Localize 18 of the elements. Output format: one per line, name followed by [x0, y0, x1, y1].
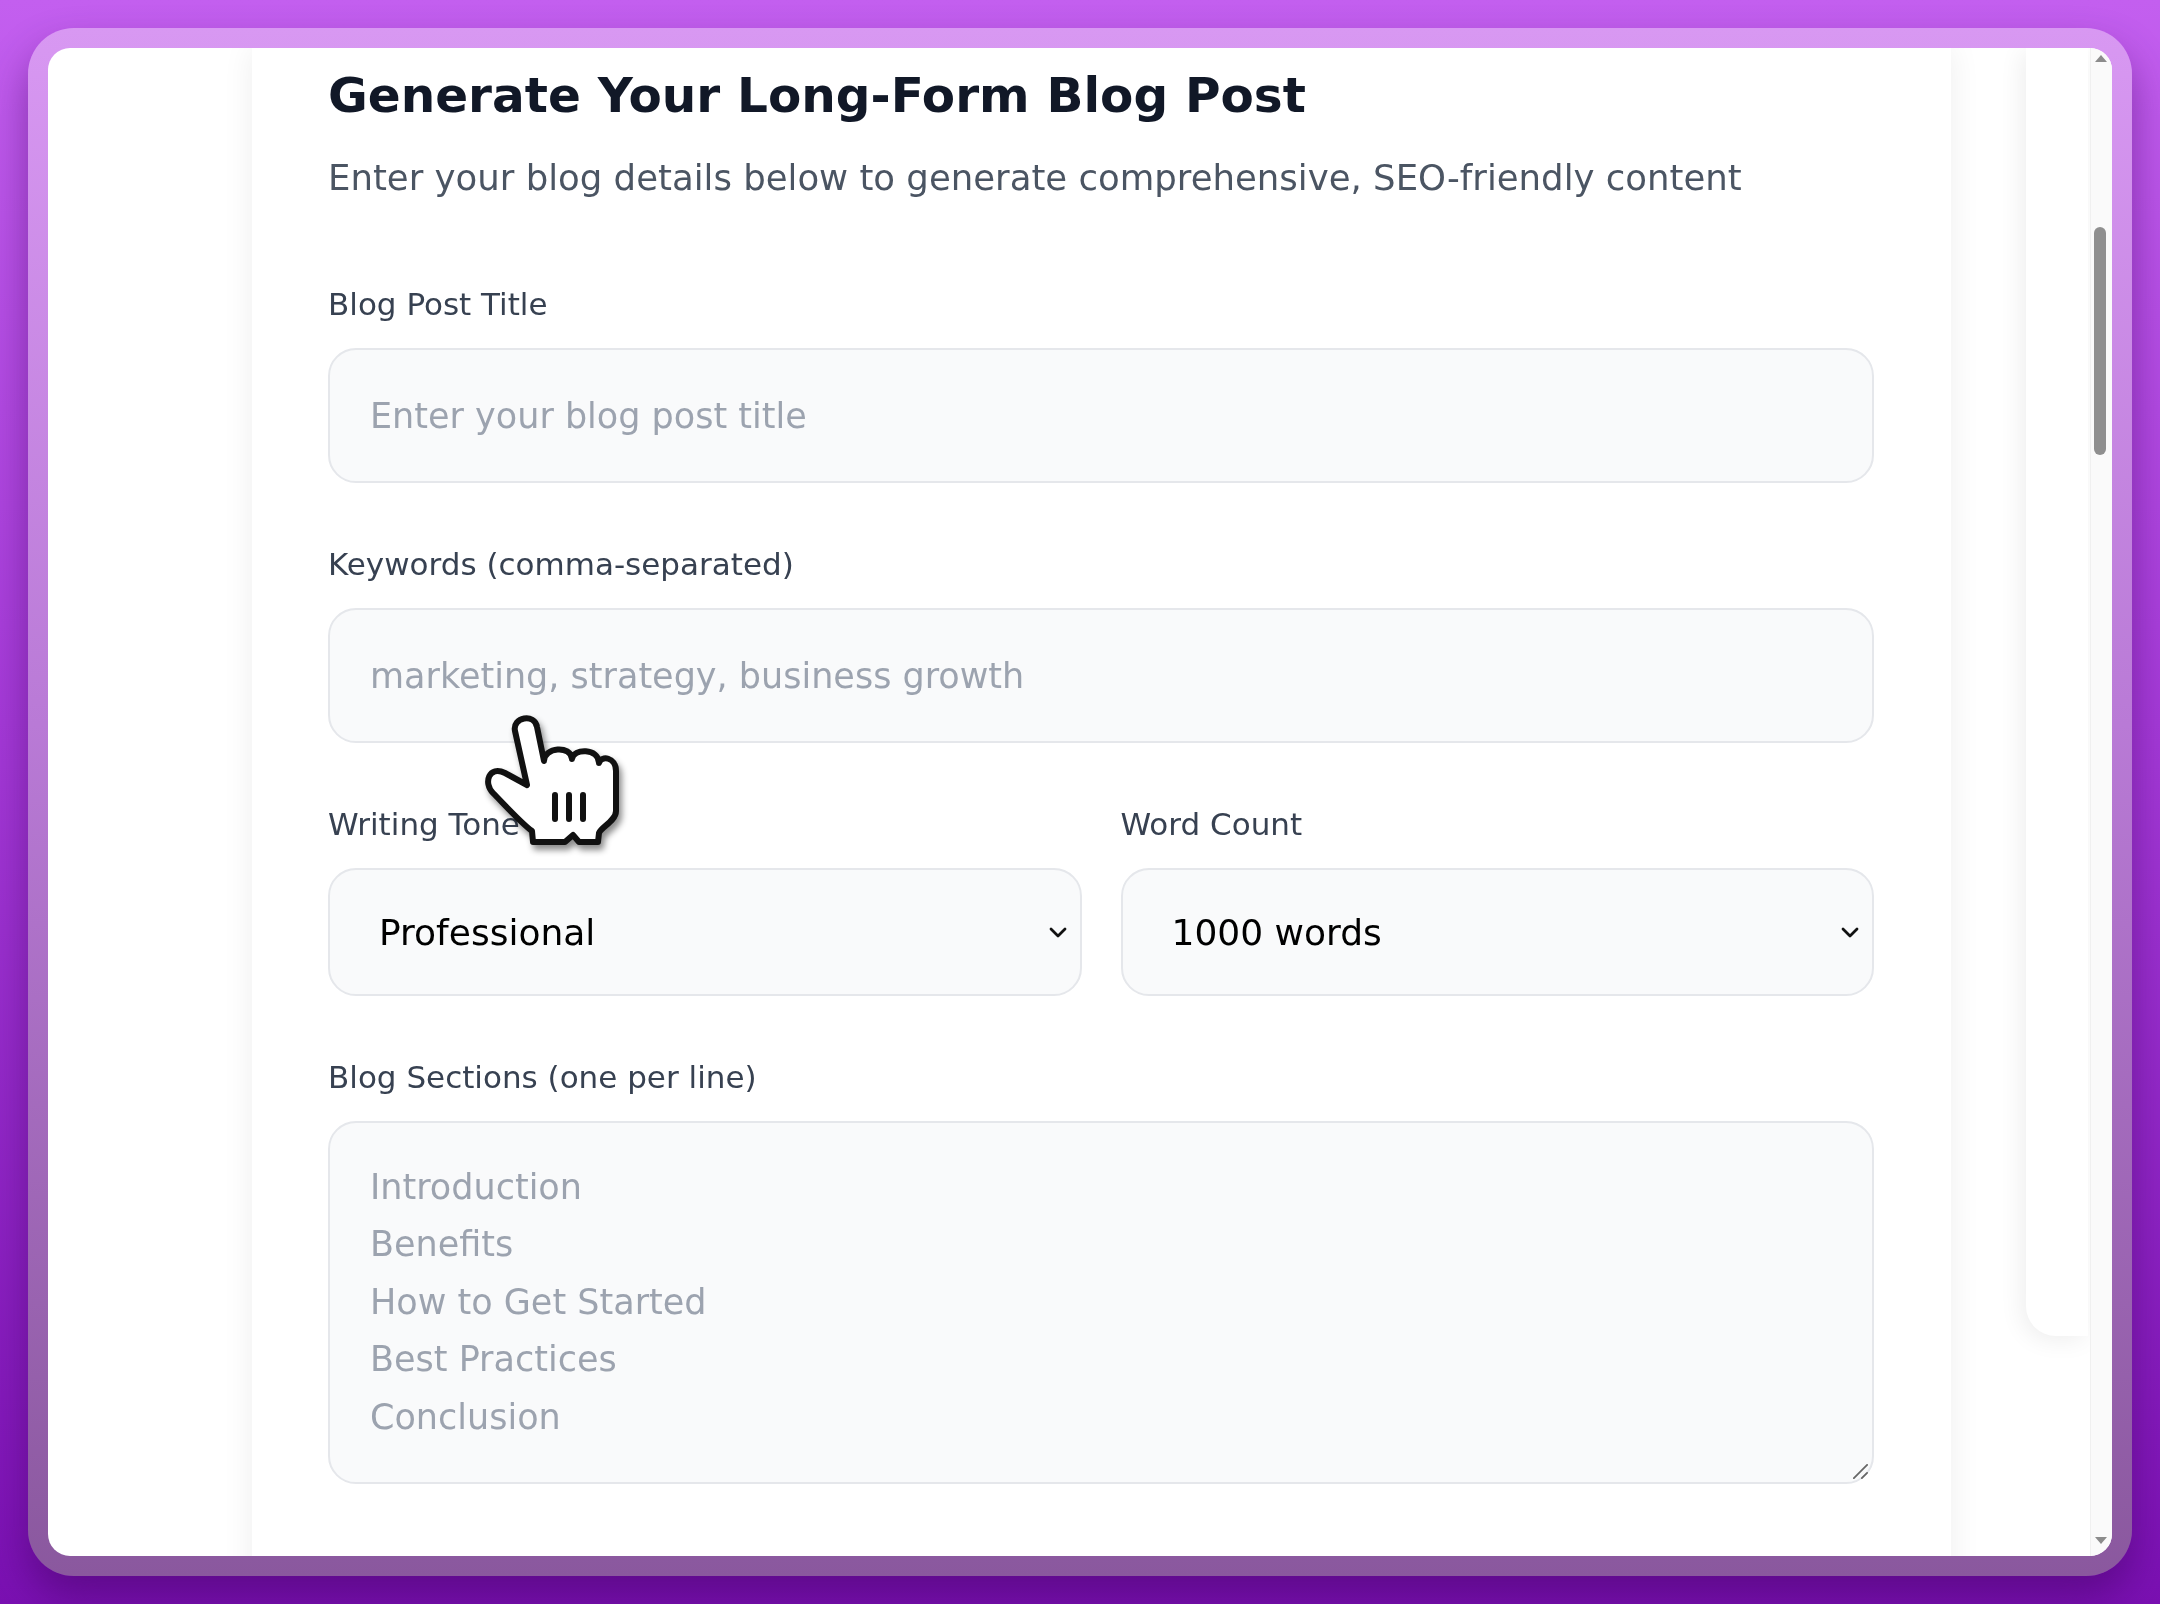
field-label: Writing Tone: [328, 805, 521, 844]
chevron-down-icon: [1048, 926, 1067, 938]
scroll-down-icon[interactable]: [2095, 1537, 2107, 1544]
field-label: Keywords (comma-separated): [328, 545, 795, 584]
chevron-down-icon: [1841, 926, 1859, 938]
field-label: Blog Sections (one per line): [328, 1058, 758, 1097]
dropdown[interactable]: 1000 words: [1120, 868, 1874, 996]
page-title: Generate Your Long-Form Blog Post: [328, 66, 1307, 125]
text-input-field[interactable]: marketing, strategy, business growth: [328, 608, 1874, 743]
field-label: Word Count: [1120, 805, 1304, 844]
page-subtitle: Enter your blog details below to generate comprehensive, SEO-friendly content: [328, 156, 1743, 200]
field-label: Blog Post Title: [328, 285, 549, 324]
text-input-field[interactable]: Enter your blog post title: [328, 348, 1874, 483]
resize-grip-icon[interactable]: [1853, 1464, 1868, 1479]
scroll-up-icon[interactable]: [2095, 55, 2107, 62]
scrollbar-thumb[interactable]: [2094, 227, 2106, 455]
textarea-field[interactable]: Introduction Benefits How to Get Started Best Practices Conclusion: [328, 1121, 1874, 1484]
dropdown[interactable]: Professional: [328, 868, 1082, 996]
